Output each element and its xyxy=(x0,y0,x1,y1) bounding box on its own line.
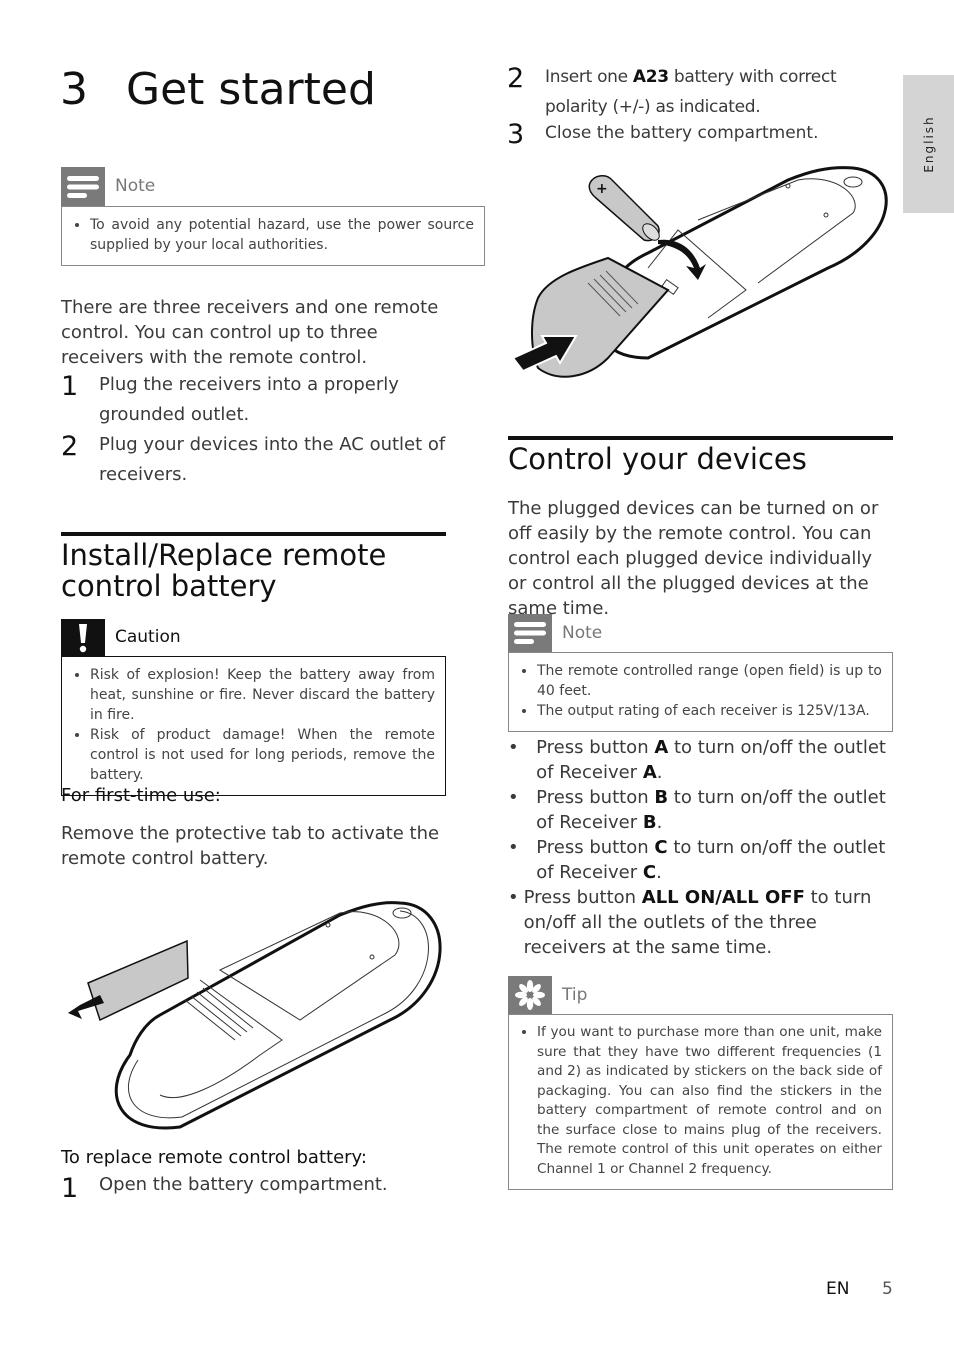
note-item: The remote controlled range (open field)… xyxy=(537,661,882,701)
list-item-text: Press button C to turn on/off the outlet… xyxy=(536,837,886,883)
asterisk-tip-icon xyxy=(508,976,552,1014)
tip-label: Tip xyxy=(562,985,588,1005)
bullet-dot: • xyxy=(508,737,519,758)
first-use-text: Remove the protective tab to activate th… xyxy=(61,823,440,869)
page-number: 5 xyxy=(882,1279,893,1299)
list-item-text: Press button A to turn on/off the outlet… xyxy=(536,737,886,783)
svg-text:+: + xyxy=(596,181,608,197)
list-item: • Press button A to turn on/off the outle… xyxy=(508,735,893,785)
bullet-dot: • xyxy=(508,837,519,858)
note-label: Note xyxy=(562,623,603,643)
section-title-control-devices: Control your devices xyxy=(508,436,893,475)
note-box-2: Note The remote controlled range (open f… xyxy=(508,614,893,732)
chapter-title: Get started xyxy=(126,64,376,115)
caution-box-body: Risk of explosion! Keep the battery away… xyxy=(61,656,446,796)
remote-body-shape xyxy=(114,901,442,1130)
caution-item: Risk of explosion! Keep the battery away… xyxy=(90,665,435,725)
footer-language: EN xyxy=(826,1279,850,1299)
list-item: • Press button B to turn on/off the outle… xyxy=(508,785,893,835)
step-number: 1 xyxy=(61,371,79,402)
step-item: 3 Close the battery compartment. xyxy=(507,118,892,150)
list-item-text: Press button B to turn on/off the outlet… xyxy=(536,787,886,833)
step-item: 2 Plug your devices into the AC outlet o… xyxy=(61,430,456,490)
chapter-number: 3 xyxy=(60,64,88,115)
tip-box: Tip If you want to purchase more than on… xyxy=(508,976,893,1190)
replace-battery-heading: To replace remote control battery: xyxy=(61,1147,367,1168)
bullet-dot: • xyxy=(508,787,519,808)
tip-box-body: If you want to purchase more than one un… xyxy=(508,1014,893,1190)
remote-control-insert-battery-illustration: + xyxy=(508,158,898,393)
note-box-body: The remote controlled range (open field)… xyxy=(508,652,893,732)
remote-body-shape xyxy=(596,166,888,360)
battery-shape: + xyxy=(588,175,660,242)
step-number: 2 xyxy=(507,63,525,94)
step-text: Open the battery compartment. xyxy=(99,1174,388,1195)
step-item: 1 Open the battery compartment. xyxy=(61,1172,456,1204)
language-side-tab: English xyxy=(903,75,954,213)
step-number: 3 xyxy=(507,119,525,150)
caution-box: Caution Risk of explosion! Keep the batt… xyxy=(61,619,446,796)
section-title-install-battery: Install/Replace remote control battery xyxy=(61,532,446,602)
caution-item: Risk of product damage! When the remote … xyxy=(90,725,435,785)
step-number: 1 xyxy=(61,1173,79,1204)
tip-box-header: Tip xyxy=(508,976,893,1014)
list-item: • Press button ALL ON/ALL OFF to turn on/… xyxy=(508,885,893,960)
note-item: To avoid any potential hazard, use the p… xyxy=(90,215,474,255)
replace-steps: 1 Open the battery compartment. xyxy=(61,1172,456,1204)
intro-paragraph: There are three receivers and one remote… xyxy=(61,297,439,368)
note-box-header: Note xyxy=(508,614,893,652)
control-intro-paragraph: The plugged devices can be turned on or … xyxy=(508,498,879,619)
step-item: 1 Plug the receivers into a properly gro… xyxy=(61,370,456,430)
step-text-part: Insert one xyxy=(545,67,633,87)
remote-control-remove-tab-illustration xyxy=(60,895,452,1140)
note-lines-icon xyxy=(508,614,552,652)
note-box-body: To avoid any potential hazard, use the p… xyxy=(61,206,485,266)
language-side-tab-label: English xyxy=(921,115,936,173)
first-use-heading: For first-time use: xyxy=(61,785,221,806)
battery-steps: 2 Insert one A23 battery with correct po… xyxy=(507,62,892,150)
list-item-text: Press button ALL ON/ALL OFF to turn on/o… xyxy=(523,887,872,958)
step-number: 2 xyxy=(61,431,79,462)
step-text: Insert one A23 battery with correct pola… xyxy=(545,62,892,122)
note-item: The output rating of each receiver is 12… xyxy=(537,701,882,721)
step-item: 2 Insert one A23 battery with correct po… xyxy=(507,62,892,122)
note-box-1: Note To avoid any potential hazard, use … xyxy=(61,167,485,266)
tip-item: If you want to purchase more than one un… xyxy=(537,1023,882,1179)
caution-box-header: Caution xyxy=(61,619,446,656)
step-text: Plug the receivers into a properly groun… xyxy=(99,374,399,425)
setup-steps: 1 Plug the receivers into a properly gro… xyxy=(61,370,456,490)
bullet-dot: • xyxy=(508,887,519,908)
note-box-header: Note xyxy=(61,167,485,206)
exclamation-icon xyxy=(61,619,105,656)
battery-type: A23 xyxy=(632,67,669,87)
list-item: • Press button C to turn on/off the outle… xyxy=(508,835,893,885)
note-label: Note xyxy=(115,176,156,196)
button-instructions-list: • Press button A to turn on/off the outle… xyxy=(508,735,893,960)
note-lines-icon xyxy=(61,167,105,206)
step-text: Plug your devices into the AC outlet of … xyxy=(99,434,446,485)
caution-label: Caution xyxy=(115,627,181,647)
step-text: Close the battery compartment. xyxy=(545,123,819,143)
